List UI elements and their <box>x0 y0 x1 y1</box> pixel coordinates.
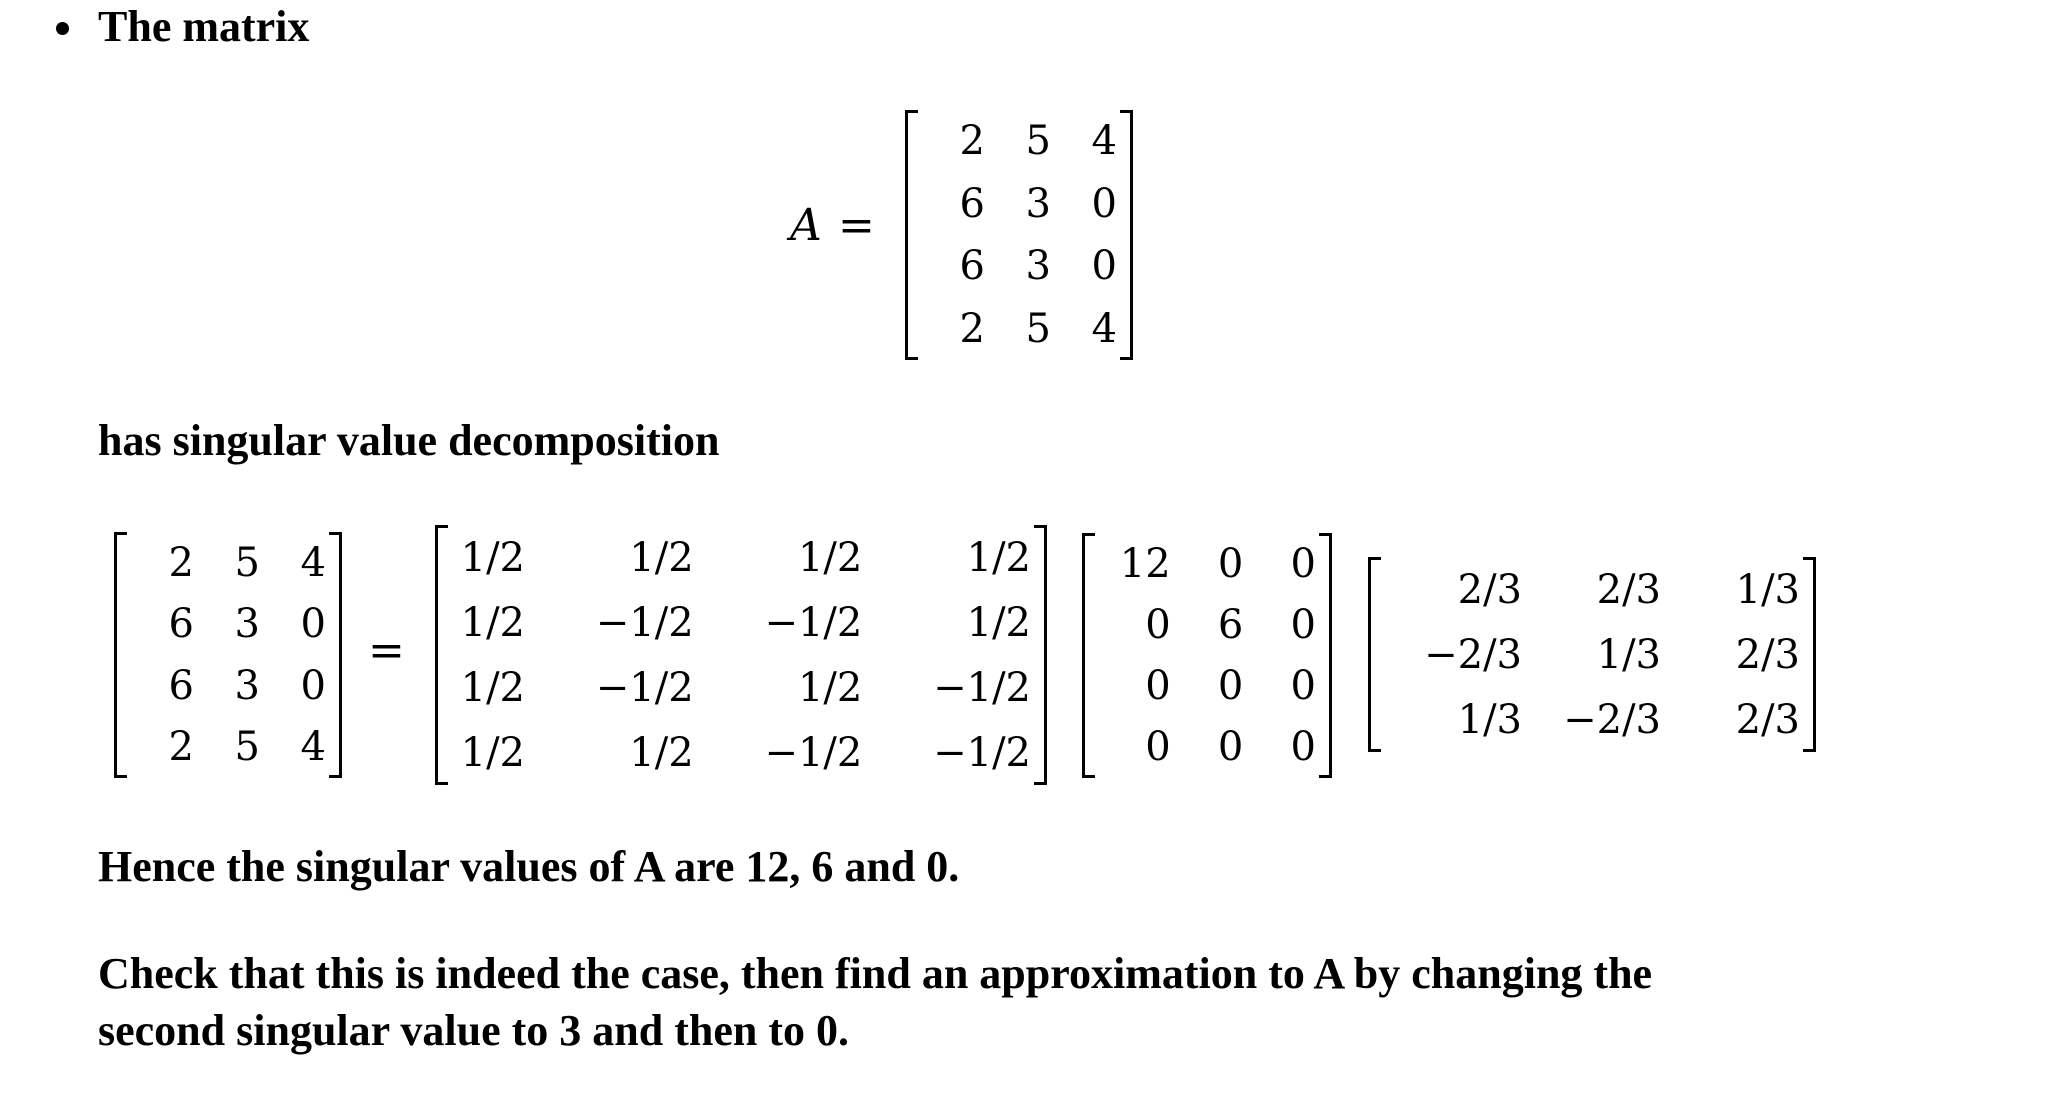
matrix-a-grid: 254630630254 <box>919 110 1117 360</box>
matrix-u-grid: 1/2 1/2 1/2 1/2 1/2 −1/2 −1/2 1/2 1/2 −1/2 1/2 −1/2… <box>445 525 1031 785</box>
matrix-cell: 5 <box>1025 118 1051 165</box>
matrix-cell: 2 <box>959 305 985 352</box>
bullet-icon <box>56 22 69 35</box>
matrix-cell: 1/2 <box>797 534 863 581</box>
matrix-cell: 4 <box>1091 118 1117 165</box>
matrix-cell: 0 <box>1290 724 1316 771</box>
svd-equals-sign: = <box>368 625 405 676</box>
matrix-cell: 0 <box>1091 180 1117 227</box>
matrix-cell: 0 <box>1217 663 1244 710</box>
matrix-cell: 1/3 <box>1596 631 1661 678</box>
matrix-cell: −1/2 <box>595 599 694 646</box>
right-bracket <box>1034 525 1047 785</box>
matrix-cell: 6 <box>168 601 194 648</box>
matrix-cell: 0 <box>1145 601 1171 648</box>
matrix-cell: 2 <box>959 118 985 165</box>
matrix-cell: 1/2 <box>460 599 525 646</box>
matrix-cell: 0 <box>1091 243 1117 290</box>
matrix-cell: 0 <box>1290 601 1316 648</box>
matrix-cell: 1/3 <box>1735 566 1800 613</box>
matrix-cell: 0 <box>1217 724 1244 771</box>
matrix-cell: −1/2 <box>764 729 863 776</box>
matrix-cell: 0 <box>1290 663 1316 710</box>
right-bracket <box>329 532 342 778</box>
matrix-cell: 2/3 <box>1457 566 1522 613</box>
matrix-cell: −1/2 <box>595 664 694 711</box>
matrix-cell: 1/2 <box>797 664 863 711</box>
matrix-cell: 4 <box>300 539 326 586</box>
matrix-cell: 2/3 <box>1735 696 1800 743</box>
matrix-vt: 2/3 2/3 1/3 −2/3 1/3 2/3 1/3 −2/3 2/3 <box>1368 557 1816 752</box>
matrix-cell: 2/3 <box>1735 631 1800 678</box>
bullet-heading: The matrix <box>98 2 310 51</box>
matrix-cell: 6 <box>1217 601 1244 648</box>
matrix-cell: 1/2 <box>460 534 525 581</box>
matrix-cell: 0 <box>1290 540 1316 587</box>
left-bracket <box>905 110 918 360</box>
left-bracket <box>1082 533 1095 778</box>
task-text-line2: second singular value to 3 and then to 0… <box>98 1006 849 1055</box>
matrix-sigma-grid: 12 0 0 0 6 0 0 0 0 0 0 0 <box>1098 533 1316 778</box>
matrix-cell: 5 <box>234 539 260 586</box>
task-text-line1: Check that this is indeed the case, then… <box>98 949 1653 998</box>
matrix-cell: 6 <box>168 662 194 709</box>
left-bracket <box>1368 557 1381 752</box>
right-bracket <box>1803 557 1816 752</box>
matrix-cell: 3 <box>234 662 260 709</box>
right-bracket <box>1319 533 1332 778</box>
matrix-cell: 0 <box>300 601 326 648</box>
matrix-cell: −2/3 <box>1424 631 1522 678</box>
matrix-cell: 2 <box>168 539 194 586</box>
matrix-cell: 1/2 <box>460 729 525 776</box>
svd-intro-text: has singular value decomposition <box>98 416 720 465</box>
matrix-cell: 12 <box>1119 540 1171 587</box>
matrix-cell: 1/3 <box>1457 696 1522 743</box>
matrix-cell: −2/3 <box>1563 696 1661 743</box>
left-bracket <box>114 532 127 778</box>
matrix-cell: 2 <box>168 724 194 771</box>
matrix-cell: 4 <box>300 724 326 771</box>
matrix-cell: −1/2 <box>933 664 1031 711</box>
svd-matrix-a-grid: 254630630254 <box>128 532 326 778</box>
matrix-cell: 3 <box>1025 243 1051 290</box>
matrix-cell: 2/3 <box>1596 566 1661 613</box>
matrix-u: 1/2 1/2 1/2 1/2 1/2 −1/2 −1/2 1/2 1/2 −1/2 1/2 −1/2… <box>435 525 1047 785</box>
matrix-cell: 3 <box>234 601 260 648</box>
matrix-cell: 0 <box>300 662 326 709</box>
matrix-cell: 1/2 <box>629 534 694 581</box>
right-bracket <box>1120 110 1133 360</box>
matrix-a-label: A <box>790 200 822 251</box>
equals-sign: = <box>838 200 875 251</box>
matrix-cell: 4 <box>1091 305 1117 352</box>
matrix-cell: 6 <box>959 180 985 227</box>
matrix-cell: 0 <box>1217 540 1244 587</box>
conclusion-text: Hence the singular values of A are 12, 6… <box>98 842 960 891</box>
matrix-cell: −1/2 <box>764 599 863 646</box>
matrix-vt-grid: 2/3 2/3 1/3 −2/3 1/3 2/3 1/3 −2/3 2/3 <box>1382 557 1800 752</box>
matrix-cell: 0 <box>1145 663 1171 710</box>
matrix-cell: 0 <box>1145 724 1171 771</box>
matrix-cell: 1/2 <box>629 729 694 776</box>
matrix-cell: 3 <box>1025 180 1051 227</box>
matrix-sigma: 12 0 0 0 6 0 0 0 0 0 0 0 <box>1082 533 1332 778</box>
svd-matrix-a: 254630630254 <box>114 532 342 778</box>
matrix-cell: 5 <box>1025 305 1051 352</box>
matrix-a: 254630630254 <box>905 110 1133 360</box>
matrix-cell: 1/2 <box>460 664 525 711</box>
matrix-cell: 1/2 <box>966 534 1031 581</box>
matrix-cell: 5 <box>234 724 260 771</box>
matrix-cell: 1/2 <box>966 599 1031 646</box>
matrix-cell: 6 <box>959 243 985 290</box>
matrix-cell: −1/2 <box>933 729 1031 776</box>
